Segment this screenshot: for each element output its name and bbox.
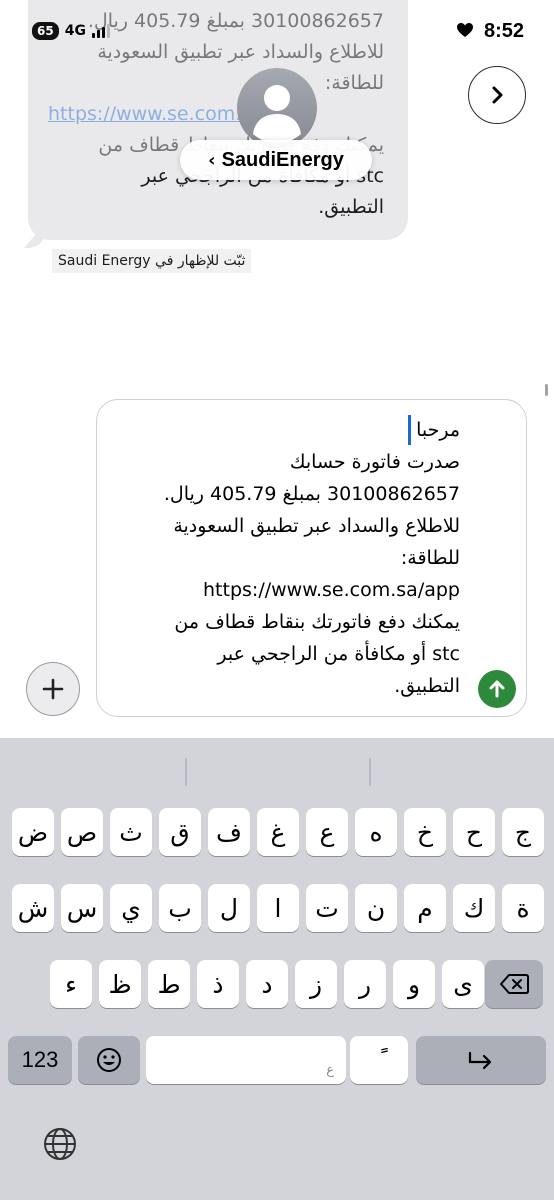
letter-key[interactable]: خ (404, 808, 446, 856)
received-link[interactable]: https://www.se.com.sa/app (48, 99, 384, 130)
letter-key[interactable]: ة (502, 884, 544, 932)
compose-line: 30100862657 بمبلغ 405.79 ريال. (163, 483, 460, 505)
contact-avatar[interactable] (237, 68, 317, 148)
compose-line: للاطلاع والسداد عبر تطبيق السعودية (173, 515, 460, 537)
letter-key[interactable]: ز (295, 960, 337, 1008)
clock: 8:52 (483, 20, 524, 42)
compose-text[interactable]: مرحبا صدرت فاتورة حسابك 30100862657 بمبل… (100, 414, 460, 702)
letter-key[interactable]: ظ (99, 960, 141, 1008)
received-line: التطبيق. (318, 196, 384, 218)
globe-icon[interactable] (42, 1126, 78, 1162)
letter-key[interactable]: ن (355, 884, 397, 932)
contact-name: SaudiEnergy (221, 148, 344, 171)
letter-key[interactable]: ذ (197, 960, 239, 1008)
compose-line: صدرت فاتورة حسابك (289, 451, 460, 473)
plus-icon (42, 678, 64, 700)
delete-icon (500, 974, 529, 994)
space-bar[interactable]: ع (146, 1036, 346, 1084)
letter-key[interactable]: ح (453, 808, 495, 856)
letter-key[interactable]: ط (148, 960, 190, 1008)
text-caret (408, 415, 411, 445)
letter-key[interactable]: د (246, 960, 288, 1008)
contact-name-pill[interactable]: ‹ SaudiEnergy (180, 140, 372, 180)
letter-key[interactable]: ش (12, 884, 54, 932)
letter-key[interactable]: ى (442, 960, 484, 1008)
suggestion-divider (185, 758, 187, 786)
status-badge: 65 (32, 22, 59, 40)
compose-line: مرحبا (416, 419, 460, 441)
compose-line: يمكنك دفع فاتورتك بنقاط قطاف من (174, 611, 460, 633)
message-compose-field[interactable]: مرحبا صدرت فاتورة حسابك 30100862657 بمبل… (96, 399, 527, 717)
status-right: 8:52 (456, 20, 524, 43)
letter-key[interactable]: ل (208, 884, 250, 932)
compose-line: stc أو مكافأة من الراجحي عبر (217, 643, 460, 665)
letter-key[interactable]: م (404, 884, 446, 932)
return-icon (468, 1051, 492, 1070)
next-button[interactable] (468, 66, 526, 124)
letter-key[interactable]: س (61, 884, 103, 932)
letter-key[interactable]: ت (306, 884, 348, 932)
arrow-up-icon (489, 680, 505, 698)
return-key[interactable] (416, 1036, 546, 1084)
letter-key[interactable]: ا (257, 884, 299, 932)
letter-key[interactable]: ر (344, 960, 386, 1008)
scroll-indicator[interactable] (545, 384, 548, 396)
compose-line: التطبيق. (394, 675, 460, 697)
letter-key[interactable]: ك (453, 884, 495, 932)
letter-key[interactable]: ه (355, 808, 397, 856)
signal-icon (91, 24, 110, 38)
letter-key[interactable]: ف (208, 808, 250, 856)
status-left: 65 4G (32, 22, 110, 40)
emoji-key[interactable] (78, 1036, 140, 1084)
chevron-right-icon (492, 86, 503, 104)
letter-key[interactable]: ب (159, 884, 201, 932)
network-type: 4G (64, 23, 86, 39)
suggestion-divider (369, 758, 371, 786)
status-bar: 65 4G 8:52 (0, 0, 554, 64)
compose-line: https://www.se.com.sa/app (203, 579, 460, 601)
letter-key[interactable]: ج (502, 808, 544, 856)
chevron-left-icon: ‹ (208, 149, 216, 171)
pin-caption[interactable]: ثبّت للإظهار في Saudi Energy (52, 249, 252, 273)
numbers-key[interactable]: 123 (8, 1036, 72, 1084)
letter-key[interactable]: ء (50, 960, 92, 1008)
add-attachment-button[interactable] (26, 662, 80, 716)
emoji-icon (97, 1048, 121, 1072)
letter-key[interactable]: غ (257, 808, 299, 856)
letter-key[interactable]: ث (110, 808, 152, 856)
delete-key[interactable] (485, 960, 543, 1008)
letter-key[interactable]: ي (110, 884, 152, 932)
letter-key[interactable]: ص (61, 808, 103, 856)
tanween-key[interactable]: ًً (350, 1036, 408, 1084)
received-line: للطاقة: (324, 72, 384, 94)
letter-key[interactable]: ض (12, 808, 54, 856)
letter-key[interactable]: ق (159, 808, 201, 856)
send-button[interactable] (478, 670, 516, 708)
compose-line: للطاقة: (400, 547, 460, 569)
letter-key[interactable]: و (393, 960, 435, 1008)
heart-icon (456, 22, 474, 42)
letter-key[interactable]: ع (306, 808, 348, 856)
person-icon (253, 85, 301, 143)
keyboard: جحخهعغفقثصضةكمنتالبيسشىورزدذطظء 123 ع ًً (0, 738, 554, 1200)
